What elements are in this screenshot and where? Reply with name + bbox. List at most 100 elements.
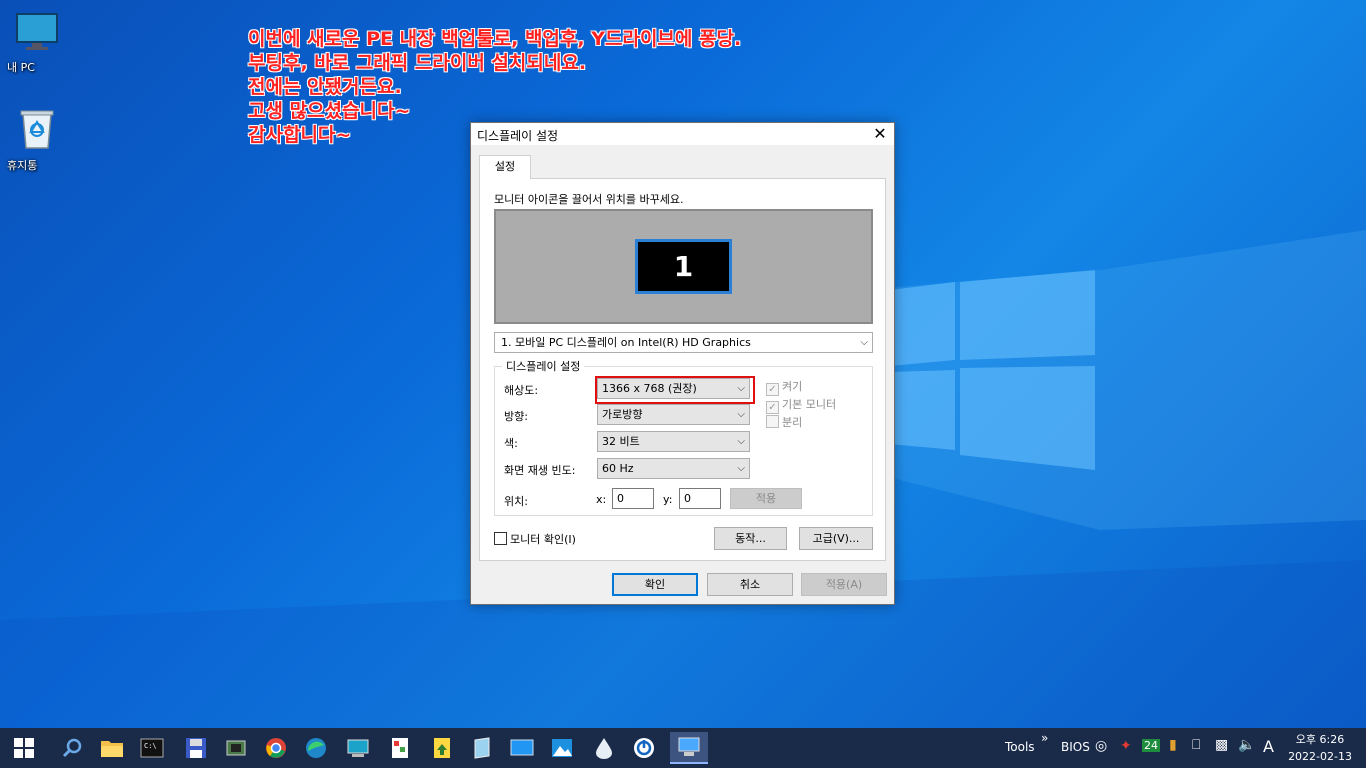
pen-icon[interactable]: ✦ xyxy=(1120,738,1132,754)
checkbox-enable[interactable]: ✓ 켜기 xyxy=(766,378,802,396)
clock-time: 오후 6:26 xyxy=(1295,733,1345,746)
refresh-rate-value: 60 Hz xyxy=(602,462,634,475)
install-tool-button[interactable] xyxy=(426,732,458,764)
color-label: 색: xyxy=(504,437,518,450)
dialog-titlebar[interactable]: 디스플레이 설정 ✕ xyxy=(471,123,894,145)
y-position-input[interactable]: 0 xyxy=(679,488,721,509)
spreadsheet-icon xyxy=(392,738,408,758)
display-settings-taskbar-button[interactable] xyxy=(670,732,708,764)
x-label: x: xyxy=(596,493,607,506)
desktop-icon-label: 내 PC xyxy=(7,61,35,74)
screen-icon xyxy=(510,739,534,756)
chevron-down-icon: ⌵ xyxy=(737,409,745,420)
network-icon[interactable]: ▩ xyxy=(1215,737,1228,753)
image-viewer-button[interactable] xyxy=(546,732,578,764)
drop-tool-button[interactable] xyxy=(588,732,620,764)
orientation-select[interactable]: 가로방향 ⌵ xyxy=(597,404,750,425)
checkbox-empty-icon xyxy=(766,415,779,428)
svg-text:C:\: C:\ xyxy=(144,742,157,750)
checkbox-check-icon: ✓ xyxy=(766,383,779,396)
apply-button[interactable]: 적용(A) xyxy=(801,573,887,596)
display-settings-icon xyxy=(678,737,700,756)
apply-position-button[interactable]: 적용 xyxy=(730,488,802,509)
drag-hint-text: 모니터 아이콘을 끌어서 위치를 바꾸세요. xyxy=(494,193,684,206)
desktop-icon-my-pc[interactable]: 내 PC xyxy=(7,12,67,74)
close-button[interactable]: ✕ xyxy=(866,123,894,145)
globe-icon[interactable]: ◎ xyxy=(1095,738,1107,754)
file-explorer-button[interactable] xyxy=(96,732,128,764)
display-settings-dialog: 디스플레이 설정 ✕ 설정 모니터 아이콘을 끌어서 위치를 바꾸세요. 1 1… xyxy=(470,122,895,605)
group-label: 디스플레이 설정 xyxy=(502,358,585,374)
windows-logo-icon xyxy=(14,738,34,758)
desktop-icon-label: 휴지통 xyxy=(7,159,38,172)
checkbox-check-icon: ✓ xyxy=(766,401,779,414)
display-icon xyxy=(347,739,369,757)
chrome-icon xyxy=(266,738,286,758)
cancel-button[interactable]: 취소 xyxy=(707,573,793,596)
monitor-tool-button[interactable] xyxy=(342,732,374,764)
ok-button[interactable]: 확인 xyxy=(612,573,698,596)
floppy-disk-icon xyxy=(186,738,206,758)
usb-icon[interactable]: ▮ xyxy=(1169,737,1177,753)
x-position-input[interactable]: 0 xyxy=(612,488,654,509)
computer-icon xyxy=(16,13,58,50)
save-tool-button[interactable] xyxy=(180,732,212,764)
safely-remove-icon[interactable]: ⎕ xyxy=(1192,737,1200,753)
action-button[interactable]: 동작... xyxy=(714,527,787,550)
checkbox-empty-icon xyxy=(494,532,507,545)
checkbox-detach[interactable]: 분리 xyxy=(766,414,802,430)
monitor-select[interactable]: 1. 모바일 PC 디스플레이 on Intel(R) HD Graphics … xyxy=(494,332,873,353)
advanced-button[interactable]: 고급(V)... xyxy=(799,527,873,550)
color-value: 32 비트 xyxy=(602,435,640,448)
screen-tool-button[interactable] xyxy=(506,732,538,764)
resolution-label: 해상도: xyxy=(504,384,539,397)
identify-monitor-label: 모니터 확인(I) xyxy=(510,533,576,546)
upload-document-icon xyxy=(434,738,450,758)
notes-tool-button[interactable] xyxy=(466,732,498,764)
checkbox-primary-monitor[interactable]: ✓ 기본 모니터 xyxy=(766,396,836,414)
identify-monitor-checkbox[interactable]: 모니터 확인(I) xyxy=(494,531,576,547)
tray-bios-label[interactable]: BIOS xyxy=(1061,740,1090,754)
tray-badge[interactable]: 24 xyxy=(1142,739,1160,752)
taskbar: C:\ Tools » BIOS ◎ ✦ 24 ▮ ⎕ ▩ 🔈 A 오후 6:2… xyxy=(0,728,1366,768)
volume-icon[interactable]: 🔈 xyxy=(1238,737,1255,753)
notepad-icon xyxy=(474,737,490,759)
orientation-value: 가로방향 xyxy=(602,408,643,421)
drop-icon xyxy=(596,738,612,759)
chevron-down-icon: ⌵ xyxy=(737,436,745,447)
search-button[interactable] xyxy=(56,732,88,764)
chrome-button[interactable] xyxy=(260,732,292,764)
start-button[interactable] xyxy=(8,732,40,764)
annotation-line: 전에는 안됐거든요. xyxy=(248,76,402,98)
edge-button[interactable] xyxy=(300,732,332,764)
terminal-icon: C:\ xyxy=(140,738,164,758)
position-label: 위치: xyxy=(504,495,528,508)
y-label: y: xyxy=(663,493,673,506)
tray-tools-label[interactable]: Tools xyxy=(1005,740,1035,754)
monitor-1-icon[interactable]: 1 xyxy=(635,239,732,294)
recycle-bin-icon xyxy=(20,110,54,149)
color-select[interactable]: 32 비트 ⌵ xyxy=(597,431,750,452)
tray-overflow-chevron[interactable]: » xyxy=(1041,731,1048,745)
refresh-rate-label: 화면 재생 빈도: xyxy=(504,464,576,477)
app-tool-button[interactable] xyxy=(384,732,416,764)
monitor-arrangement-area: 1 xyxy=(494,209,873,324)
clock-date: 2022-02-13 xyxy=(1288,750,1352,763)
refresh-rate-select[interactable]: 60 Hz ⌵ xyxy=(597,458,750,479)
folder-icon xyxy=(101,741,123,757)
annotation-line: 부팅후, 바로 그래픽 드라이버 설치되네요. xyxy=(248,52,587,74)
annotation-line: 고생 많으셨습니다~ xyxy=(248,100,411,122)
edge-icon xyxy=(306,738,326,758)
search-icon xyxy=(62,738,82,758)
ime-indicator[interactable]: A xyxy=(1263,737,1274,756)
chevron-down-icon: ⌵ xyxy=(737,463,745,474)
monitor-select-value: 1. 모바일 PC 디스플레이 on Intel(R) HD Graphics xyxy=(501,336,751,349)
tab-settings[interactable]: 설정 xyxy=(479,155,531,179)
power-tool-button[interactable] xyxy=(628,732,660,764)
desktop-icon-recycle-bin[interactable]: 휴지통 xyxy=(7,108,67,172)
system-clock[interactable]: 오후 6:26 2022-02-13 xyxy=(1288,731,1352,765)
chip-icon xyxy=(226,740,246,756)
command-prompt-button[interactable]: C:\ xyxy=(136,732,168,764)
dialog-title: 디스플레이 설정 xyxy=(477,129,559,143)
hardware-tool-button[interactable] xyxy=(220,732,252,764)
